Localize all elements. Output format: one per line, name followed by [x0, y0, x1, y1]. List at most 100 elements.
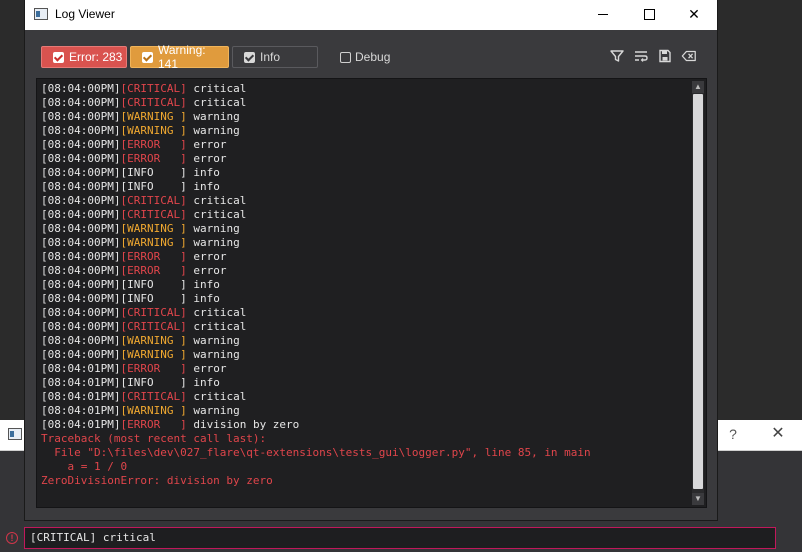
log-message: warning	[186, 334, 240, 347]
log-message: critical	[186, 96, 247, 109]
wrap-lines-icon[interactable]	[633, 49, 649, 63]
log-message: info	[186, 292, 220, 305]
debug-checkbox[interactable]: Debug	[340, 50, 390, 64]
log-timestamp: [08:04:00PM]	[41, 292, 121, 305]
info-filter-button[interactable]: Info	[232, 46, 318, 68]
log-line: [08:04:00PM][ERROR ] error	[41, 138, 591, 152]
log-message: warning	[186, 348, 240, 361]
log-message: error	[186, 250, 227, 263]
minimize-button[interactable]	[580, 0, 626, 30]
log-level: [ERROR ]	[120, 264, 187, 277]
log-level: [WARNING ]	[120, 110, 187, 123]
scrollbar-thumb[interactable]	[693, 94, 703, 489]
log-level: [CRITICAL]	[120, 306, 187, 319]
traceback-line: a = 1 / 0	[41, 460, 128, 473]
log-message-text: [CRITICAL] critical	[30, 531, 156, 544]
titlebar: Log Viewer ✕	[25, 0, 717, 30]
log-line: [08:04:00PM][INFO ] info	[41, 292, 591, 306]
log-level: [CRITICAL]	[120, 390, 187, 403]
log-timestamp: [08:04:00PM]	[41, 264, 121, 277]
save-icon[interactable]	[657, 49, 673, 63]
log-timestamp: [08:04:00PM]	[41, 124, 121, 137]
log-level: [INFO ]	[120, 278, 187, 291]
log-line: [08:04:00PM][INFO ] info	[41, 278, 591, 292]
close-button[interactable]: ✕	[671, 0, 717, 30]
log-message: critical	[186, 82, 247, 95]
scroll-up-arrow[interactable]: ▲	[692, 81, 704, 93]
log-line: [08:04:00PM][CRITICAL] critical	[41, 306, 591, 320]
log-level: [CRITICAL]	[120, 194, 187, 207]
log-output[interactable]: [08:04:00PM][CRITICAL] critical [08:04:00…	[36, 78, 707, 508]
log-line: [08:04:00PM][ERROR ] error	[41, 250, 591, 264]
log-level: [INFO ]	[120, 166, 187, 179]
log-line: [08:04:01PM][ERROR ] error	[41, 362, 591, 376]
close-icon[interactable]: ✕	[770, 426, 786, 442]
log-line: [08:04:00PM][INFO ] info	[41, 180, 591, 194]
log-line: [08:04:00PM][CRITICAL] critical	[41, 82, 591, 96]
debug-label: Debug	[355, 50, 391, 64]
log-line: [08:04:00PM][WARNING ] warning	[41, 236, 591, 250]
log-message: error	[186, 264, 227, 277]
log-message: error	[186, 362, 227, 375]
log-level: [WARNING ]	[120, 404, 187, 417]
log-message: division by zero	[186, 418, 300, 431]
warning-filter-label: Warning: 141	[158, 43, 206, 71]
log-level: [ERROR ]	[120, 418, 187, 431]
log-line: [08:04:00PM][ERROR ] error	[41, 264, 591, 278]
log-line: [08:04:00PM][WARNING ] warning	[41, 110, 591, 124]
log-timestamp: [08:04:00PM]	[41, 250, 121, 263]
log-message: warning	[186, 404, 240, 417]
log-message: critical	[186, 320, 247, 333]
log-timestamp: [08:04:00PM]	[41, 110, 121, 123]
checkbox-icon	[142, 51, 153, 63]
scroll-down-arrow[interactable]: ▼	[692, 493, 704, 505]
log-line: [08:04:00PM][CRITICAL] critical	[41, 208, 591, 222]
log-message: critical	[186, 390, 247, 403]
error-status-icon: !	[6, 532, 18, 544]
log-message-field[interactable]: [CRITICAL] critical	[24, 527, 776, 549]
log-timestamp: [08:04:00PM]	[41, 320, 121, 333]
log-timestamp: [08:04:01PM]	[41, 362, 121, 375]
log-line: [08:04:01PM][INFO ] info	[41, 376, 591, 390]
log-timestamp: [08:04:00PM]	[41, 348, 121, 361]
log-level: [CRITICAL]	[120, 208, 187, 221]
clear-icon[interactable]	[681, 49, 697, 63]
help-icon[interactable]: ?	[726, 426, 740, 442]
log-timestamp: [08:04:01PM]	[41, 376, 121, 389]
log-timestamp: [08:04:00PM]	[41, 306, 121, 319]
log-level: [CRITICAL]	[120, 320, 187, 333]
log-line: [08:04:00PM][WARNING ] warning	[41, 334, 591, 348]
maximize-button[interactable]	[626, 0, 672, 30]
log-line: [08:04:00PM][INFO ] info	[41, 166, 591, 180]
log-timestamp: [08:04:00PM]	[41, 222, 121, 235]
traceback-line: File "D:\files\dev\027_flare\qt-extensio…	[41, 446, 591, 459]
log-level: [CRITICAL]	[120, 82, 187, 95]
log-timestamp: [08:04:00PM]	[41, 180, 121, 193]
log-line: [08:04:00PM][CRITICAL] critical	[41, 96, 591, 110]
app-icon	[34, 8, 48, 20]
window-title: Log Viewer	[55, 7, 115, 21]
log-level: [ERROR ]	[120, 152, 187, 165]
log-line: [08:04:01PM][WARNING ] warning	[41, 404, 591, 418]
log-message: critical	[186, 208, 247, 221]
log-message: critical	[186, 306, 247, 319]
toolbar: Error: 283 Warning: 141 Info Debug	[25, 30, 717, 78]
warning-filter-button[interactable]: Warning: 141	[130, 43, 229, 71]
log-timestamp: [08:04:00PM]	[41, 152, 121, 165]
vertical-scrollbar[interactable]: ▲ ▼	[692, 81, 704, 505]
log-viewer-window: Log Viewer ✕ Error: 283 Warning: 141 Inf…	[25, 0, 717, 520]
log-timestamp: [08:04:00PM]	[41, 166, 121, 179]
log-level: [ERROR ]	[120, 138, 187, 151]
log-level: [CRITICAL]	[120, 96, 187, 109]
filter-icon[interactable]	[609, 49, 625, 63]
checkbox-icon	[53, 51, 64, 63]
log-message: info	[186, 166, 220, 179]
app-icon	[8, 428, 22, 440]
log-level: [WARNING ]	[120, 236, 187, 249]
log-message: error	[186, 152, 227, 165]
error-filter-button[interactable]: Error: 283	[41, 46, 127, 68]
log-message: warning	[186, 236, 240, 249]
log-level: [ERROR ]	[120, 250, 187, 263]
info-filter-label: Info	[260, 50, 281, 64]
log-level: [WARNING ]	[120, 348, 187, 361]
